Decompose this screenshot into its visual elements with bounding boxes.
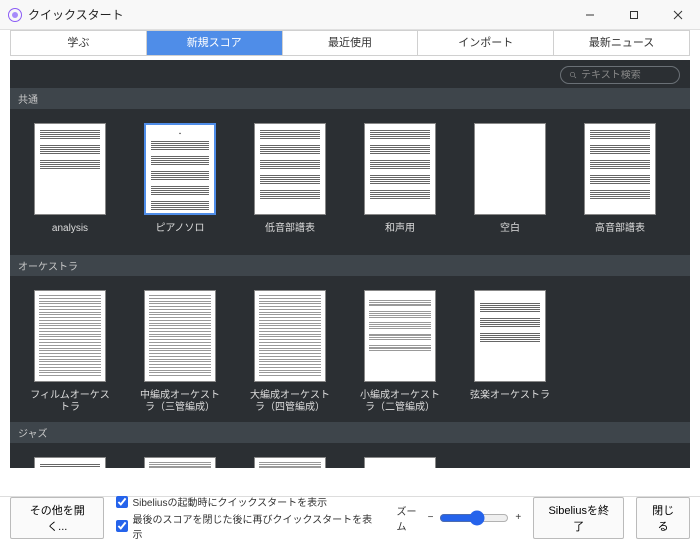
template-treble-staff[interactable]: 高音部譜表 bbox=[580, 123, 660, 247]
minimize-button[interactable] bbox=[568, 0, 612, 29]
template-film-orchestra[interactable]: フィルムオーケストラ bbox=[30, 290, 110, 414]
close-button[interactable] bbox=[656, 0, 700, 29]
template-bass-staff[interactable]: 低音部譜表 bbox=[250, 123, 330, 247]
template-label: フィルムオーケストラ bbox=[30, 390, 110, 414]
template-label: ピアノソロ bbox=[155, 223, 204, 247]
template-label: analysis bbox=[52, 223, 88, 247]
check-after-close[interactable]: 最後のスコアを閉じた後に再びクイックスタートを表示 bbox=[116, 511, 372, 541]
window-controls bbox=[568, 0, 700, 29]
search-box[interactable] bbox=[560, 66, 680, 84]
app-icon bbox=[8, 8, 22, 22]
grid-orchestra: フィルムオーケストラ 中編成オーケストラ（三管編成） 大編成オーケストラ（四管編… bbox=[10, 276, 690, 422]
search-input[interactable] bbox=[581, 70, 671, 81]
template-label: 中編成オーケストラ（三管編成） bbox=[140, 390, 220, 414]
section-common: 共通 bbox=[10, 88, 690, 109]
main-tabs: 学ぶ 新規スコア 最近使用 インポート 最新ニュース bbox=[10, 30, 690, 56]
content-panel: 共通 analysis ▪ ピアノソロ 低音部譜表 和声用 空白 高音部譜表 オ… bbox=[10, 60, 690, 468]
template-jazz-2[interactable] bbox=[140, 457, 220, 468]
tab-learn[interactable]: 学ぶ bbox=[11, 31, 147, 55]
template-blank[interactable]: 空白 bbox=[470, 123, 550, 247]
section-orchestra: オーケストラ bbox=[10, 255, 690, 276]
zoom-plus[interactable]: + bbox=[515, 512, 521, 523]
zoom-minus[interactable]: − bbox=[428, 512, 434, 523]
footer: その他を開く... Sibeliusの起動時にクイックスタートを表示 最後のスコ… bbox=[0, 496, 700, 538]
template-harmony[interactable]: 和声用 bbox=[360, 123, 440, 247]
template-string-orchestra[interactable]: 弦楽オーケストラ bbox=[470, 290, 550, 414]
zoom-label: ズーム bbox=[397, 503, 422, 533]
section-jazz: ジャズ bbox=[10, 422, 690, 443]
template-label: 小編成オーケストラ（二管編成） bbox=[360, 390, 440, 414]
template-label: 和声用 bbox=[385, 223, 415, 247]
tab-news[interactable]: 最新ニュース bbox=[554, 31, 689, 55]
check-after-close-box[interactable] bbox=[116, 520, 128, 532]
zoom-slider[interactable] bbox=[439, 510, 509, 526]
grid-jazz bbox=[10, 443, 690, 468]
template-label: 高音部譜表 bbox=[595, 223, 645, 247]
window-title: クイックスタート bbox=[28, 6, 568, 23]
quit-button[interactable]: Sibeliusを終了 bbox=[533, 497, 624, 539]
check-startup[interactable]: Sibeliusの起動時にクイックスタートを表示 bbox=[116, 494, 372, 509]
close-dialog-button[interactable]: 閉じる bbox=[636, 497, 690, 539]
template-jazz-1[interactable] bbox=[30, 457, 110, 468]
search-icon bbox=[569, 70, 577, 80]
template-small-orchestra[interactable]: 小編成オーケストラ（二管編成） bbox=[360, 290, 440, 414]
tab-new-score[interactable]: 新規スコア bbox=[147, 31, 283, 55]
grid-common: analysis ▪ ピアノソロ 低音部譜表 和声用 空白 高音部譜表 bbox=[10, 109, 690, 255]
open-other-button[interactable]: その他を開く... bbox=[10, 497, 104, 539]
template-label: 低音部譜表 bbox=[265, 223, 315, 247]
template-label: 大編成オーケストラ（四管編成） bbox=[250, 390, 330, 414]
template-analysis[interactable]: analysis bbox=[30, 123, 110, 247]
template-label: 空白 bbox=[500, 223, 520, 247]
tab-recent[interactable]: 最近使用 bbox=[283, 31, 419, 55]
maximize-button[interactable] bbox=[612, 0, 656, 29]
template-jazz-4[interactable] bbox=[360, 457, 440, 468]
template-medium-orchestra[interactable]: 中編成オーケストラ（三管編成） bbox=[140, 290, 220, 414]
tab-import[interactable]: インポート bbox=[418, 31, 554, 55]
check-startup-box[interactable] bbox=[116, 496, 128, 508]
zoom-control: ズーム − + bbox=[397, 503, 522, 533]
titlebar: クイックスタート bbox=[0, 0, 700, 30]
template-piano-solo[interactable]: ▪ ピアノソロ bbox=[140, 123, 220, 247]
template-label: 弦楽オーケストラ bbox=[470, 390, 550, 414]
template-large-orchestra[interactable]: 大編成オーケストラ（四管編成） bbox=[250, 290, 330, 414]
template-jazz-3[interactable] bbox=[250, 457, 330, 468]
